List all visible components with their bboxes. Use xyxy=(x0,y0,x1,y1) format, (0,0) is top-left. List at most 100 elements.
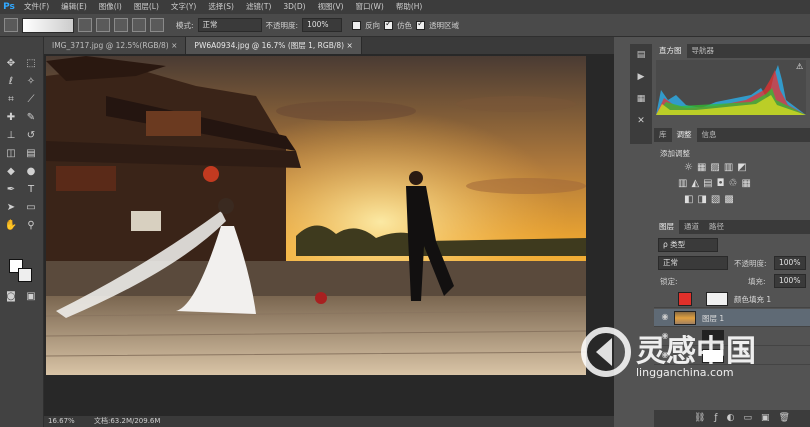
linear-gradient-icon[interactable] xyxy=(78,18,92,32)
path-selection-tool-icon[interactable]: ➤ xyxy=(4,201,18,215)
tab-paths[interactable]: 路径 xyxy=(704,220,729,234)
lasso-tool-icon[interactable]: ℓ xyxy=(4,75,18,89)
tab-adjustments[interactable]: 调整 xyxy=(671,128,697,142)
tab-img-3717[interactable]: IMG_3717.jpg @ 12.5%(RGB/8) × xyxy=(44,37,187,54)
crop-tool-icon[interactable]: ⌗ xyxy=(4,93,18,107)
fill-input[interactable]: 100% xyxy=(774,274,806,288)
fill-label: 填充: xyxy=(748,277,766,286)
dither-label: 仿色 xyxy=(397,20,413,30)
move-tool-icon[interactable]: ✥ xyxy=(4,57,18,71)
wedding-photo[interactable] xyxy=(46,56,586,375)
layer-opacity-label: 不透明度: xyxy=(734,259,767,268)
watermark-brand: 灵感中国 xyxy=(636,334,756,369)
adjustment-icons-row-2[interactable]: ▥◭▤◘♲▦ xyxy=(678,178,755,189)
tab-layers[interactable]: 图层 xyxy=(654,220,679,234)
layer-row-color-fill[interactable]: 颜色填充 1 xyxy=(654,290,810,308)
mode-select[interactable]: 正常 xyxy=(197,18,262,32)
mode-label: 模式: xyxy=(176,20,194,30)
menu-filter[interactable]: 滤镜(T) xyxy=(240,0,277,14)
zoom-level[interactable]: 16.67% xyxy=(48,416,75,427)
history-brush-tool-icon[interactable]: ↺ xyxy=(24,129,38,143)
properties-icon[interactable]: ▦ xyxy=(634,92,648,106)
menu-window[interactable]: 窗口(W) xyxy=(350,0,390,14)
transparency-label: 透明区域 xyxy=(429,20,460,30)
pen-tool-icon[interactable]: ✒ xyxy=(4,183,18,197)
gradient-tool-preset-icon[interactable] xyxy=(4,18,18,32)
opacity-input[interactable]: 100% xyxy=(302,18,343,32)
tab-info[interactable]: 信息 xyxy=(697,128,722,142)
menu-file[interactable]: 文件(F) xyxy=(18,0,55,14)
history-icon[interactable]: ▤ xyxy=(634,48,648,62)
menu-edit[interactable]: 编辑(E) xyxy=(55,0,93,14)
close-icon[interactable]: × xyxy=(346,41,352,50)
histogram-chart xyxy=(656,60,806,115)
close-icon[interactable]: × xyxy=(171,41,177,50)
angle-gradient-icon[interactable] xyxy=(114,18,128,32)
quick-mask-icon[interactable]: ◙ xyxy=(4,290,18,304)
magic-wand-tool-icon[interactable]: ✧ xyxy=(24,75,38,89)
warning-icon[interactable]: ⚠ xyxy=(796,62,803,71)
reflected-gradient-icon[interactable] xyxy=(132,18,146,32)
lock-label: 锁定: xyxy=(660,277,678,286)
adjustment-icons-row-3[interactable]: ◧◨▧▩ xyxy=(684,194,738,205)
opacity-label: 不透明度: xyxy=(265,20,299,30)
clone-stamp-tool-icon[interactable]: ⊥ xyxy=(4,129,18,143)
panel-icon-strip: ▤ ▶ ▦ ✕ xyxy=(630,44,652,144)
document-size: 文档:63.2M/209.6M xyxy=(94,417,161,425)
hand-tool-icon[interactable]: ✋ xyxy=(4,219,18,233)
dodge-tool-icon[interactable]: ● xyxy=(24,165,38,179)
reverse-checkbox[interactable] xyxy=(352,20,362,30)
zoom-tool-icon[interactable]: ⚲ xyxy=(24,219,38,233)
layer-kind-filter[interactable]: ρ 类型 xyxy=(658,238,718,252)
eyedropper-tool-icon[interactable]: ⟋ xyxy=(24,93,38,107)
play-action-icon[interactable]: ▶ xyxy=(634,70,648,84)
photo-illustration xyxy=(46,56,586,375)
tab-channels[interactable]: 通道 xyxy=(679,220,704,234)
layers-tabs: 图层 通道 路径 xyxy=(654,220,810,234)
healing-brush-tool-icon[interactable]: ✚ xyxy=(4,111,18,125)
menu-layer[interactable]: 图层(L) xyxy=(128,0,165,14)
screen-mode-icon[interactable]: ▣ xyxy=(24,290,38,304)
menu-help[interactable]: 帮助(H) xyxy=(390,0,429,14)
menu-bar: Ps 文件(F) 编辑(E) 图像(I) 图层(L) 文字(Y) 选择(S) 滤… xyxy=(0,0,810,14)
layers-footer-icons[interactable]: ⛓ƒ◐▭▣🗑 xyxy=(654,410,810,427)
tab-label: IMG_3717.jpg @ 12.5%(RGB/8) xyxy=(52,41,169,50)
rectangle-tool-icon[interactable]: ▭ xyxy=(24,201,38,215)
tools-panel: ✥ ⬚ ℓ ✧ ⌗ ⟋ ✚ ✎ ⊥ ↺ ◫ ▤ ◆ ● ✒ T ➤ ▭ ✋ ⚲ … xyxy=(0,37,44,427)
layer-opacity-input[interactable]: 100% xyxy=(774,256,806,270)
add-adjustment-title: 添加调整 xyxy=(660,149,690,158)
gradient-tool-icon[interactable]: ▤ xyxy=(24,147,38,161)
adjust-tabs: 库 调整 信息 xyxy=(654,128,810,142)
tab-pw6a0934[interactable]: PW6A0934.jpg @ 16.7% (图层 1, RGB/8) × xyxy=(186,37,362,54)
status-bar: 16.67% 文档:63.2M/209.6M xyxy=(44,416,614,427)
transparency-checkbox[interactable] xyxy=(416,20,426,30)
photoshop-window: Ps 文件(F) 编辑(E) 图像(I) 图层(L) 文字(Y) 选择(S) 滤… xyxy=(0,0,810,427)
menu-select[interactable]: 选择(S) xyxy=(202,0,240,14)
tab-navigator[interactable]: 导航器 xyxy=(687,44,720,58)
menu-3d[interactable]: 3D(D) xyxy=(277,0,311,14)
type-tool-icon[interactable]: T xyxy=(24,183,38,197)
brush-tool-icon[interactable]: ✎ xyxy=(24,111,38,125)
eraser-tool-icon[interactable]: ◫ xyxy=(4,147,18,161)
adjustment-icons-row-1[interactable]: ☼▦▨▥◩ xyxy=(684,162,751,173)
diamond-gradient-icon[interactable] xyxy=(150,18,164,32)
histogram-tabs: 直方图 导航器 xyxy=(654,44,810,58)
photoshop-logo-icon: Ps xyxy=(3,2,15,12)
menu-type[interactable]: 文字(Y) xyxy=(165,0,202,14)
options-bar: 模式: 正常 不透明度: 100% 反向 仿色 透明区域 xyxy=(0,14,810,37)
menu-image[interactable]: 图像(I) xyxy=(93,0,128,14)
blend-mode-select[interactable]: 正常 xyxy=(658,256,728,270)
background-color-swatch[interactable] xyxy=(18,268,32,282)
gradient-swatch[interactable] xyxy=(22,17,74,33)
marquee-tool-icon[interactable]: ⬚ xyxy=(24,57,38,71)
tool-preset-icon[interactable]: ✕ xyxy=(634,114,648,128)
reverse-label: 反向 xyxy=(365,20,381,30)
menu-view[interactable]: 视图(V) xyxy=(312,0,350,14)
site-watermark: 灵感中国 lingganchina.com xyxy=(578,318,808,398)
tab-histogram[interactable]: 直方图 xyxy=(654,44,687,58)
radial-gradient-icon[interactable] xyxy=(96,18,110,32)
blur-tool-icon[interactable]: ◆ xyxy=(4,165,18,179)
color-fill-swatch xyxy=(678,292,692,306)
tab-library[interactable]: 库 xyxy=(654,128,672,142)
dither-checkbox[interactable] xyxy=(384,20,394,30)
